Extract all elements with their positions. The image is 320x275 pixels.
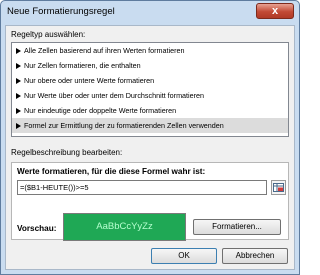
window-title: Neue Formatierungsregel — [7, 6, 115, 17]
rule-type-item-label: Nur Zellen formatieren, die enthalten — [24, 61, 141, 70]
arrow-right-icon — [16, 107, 21, 114]
rule-type-item-label: Alle Zellen basierend auf ihren Werten f… — [24, 46, 185, 55]
rule-description-label: Regelbeschreibung bearbeiten: — [11, 148, 123, 157]
rule-type-list: Alle Zellen basierend auf ihren Werten f… — [11, 42, 289, 137]
arrow-right-icon — [16, 62, 21, 69]
rule-type-item-label: Nur obere oder untere Werte formatieren — [24, 76, 155, 85]
arrow-right-icon — [16, 47, 21, 54]
arrow-right-icon — [16, 77, 21, 84]
rule-type-item-label: Nur Werte über oder unter dem Durchschni… — [24, 91, 205, 100]
range-select-icon — [273, 183, 284, 192]
format-button[interactable]: Formatieren... — [193, 219, 281, 235]
rule-type-item-selected[interactable]: Formel zur Ermittlung der zu formatieren… — [12, 118, 288, 133]
dialog-window: Neue Formatierungsregel x Regeltyp auswä… — [0, 0, 300, 275]
formula-input[interactable]: =($B1-HEUTE())>=5 — [17, 180, 267, 195]
close-icon: x — [271, 5, 279, 17]
close-button[interactable]: x — [256, 3, 294, 19]
dialog-content: Regeltyp auswählen: Alle Zellen basieren… — [5, 25, 295, 270]
formula-label: Werte formatieren, für die diese Formel … — [17, 167, 206, 176]
arrow-right-icon — [16, 92, 21, 99]
rule-type-item[interactable]: Nur Werte über oder unter dem Durchschni… — [12, 88, 288, 103]
rule-type-item-label: Formel zur Ermittlung der zu formatieren… — [24, 121, 224, 130]
cancel-button[interactable]: Abbrechen — [222, 248, 288, 264]
title-bar[interactable]: Neue Formatierungsregel x — [1, 1, 299, 23]
format-preview: AaBbCcYyZz — [63, 213, 186, 241]
rule-type-item[interactable]: Nur Zellen formatieren, die enthalten — [12, 58, 288, 73]
rule-type-label: Regeltyp auswählen: — [11, 30, 86, 39]
rule-type-item[interactable]: Nur eindeutige oder doppelte Werte forma… — [12, 103, 288, 118]
rule-description-panel: Werte formatieren, für die diese Formel … — [11, 162, 289, 241]
arrow-right-icon — [16, 122, 21, 129]
ok-button[interactable]: OK — [151, 248, 217, 264]
rule-type-item[interactable]: Alle Zellen basierend auf ihren Werten f… — [12, 43, 288, 58]
rule-type-item[interactable]: Nur obere oder untere Werte formatieren — [12, 73, 288, 88]
rule-type-item-label: Nur eindeutige oder doppelte Werte forma… — [24, 106, 177, 115]
preview-label: Vorschau: — [17, 224, 57, 233]
range-select-button[interactable] — [271, 180, 286, 195]
